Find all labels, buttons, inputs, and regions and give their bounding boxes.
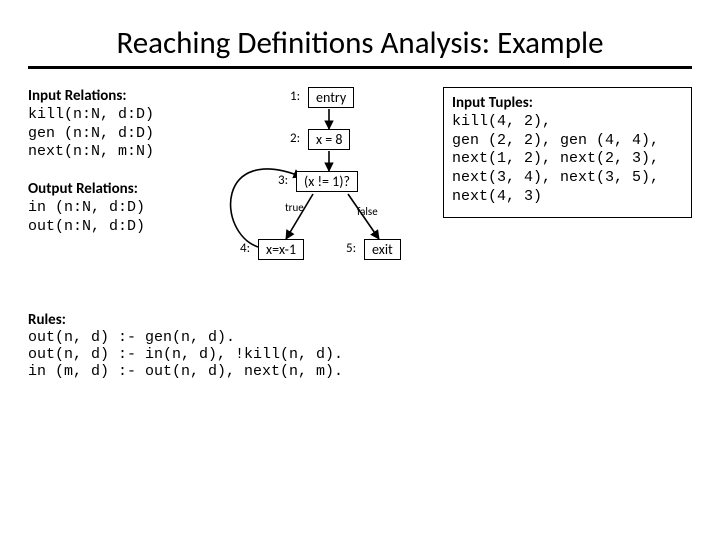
input-relations-block: Input Relations: kill(n:N, d:D) gen (n:N… — [28, 87, 208, 162]
node4-id: 4: — [240, 241, 250, 256]
rules-code: out(n, d) :- gen(n, d). out(n, d) :- in(… — [28, 329, 692, 380]
node-entry: entry — [308, 87, 354, 108]
node-decr: x=x-1 — [258, 239, 304, 260]
input-tuples-header: Input Tuples: — [452, 94, 683, 113]
output-relations-block: Output Relations: in (n:N, d:D) out(n:N,… — [28, 180, 208, 236]
rules-block: Rules: out(n, d) :- gen(n, d). out(n, d)… — [28, 311, 692, 380]
rules-header: Rules: — [28, 311, 66, 329]
node2-id: 2: — [290, 131, 300, 146]
input-relations-header: Input Relations: — [28, 87, 208, 106]
input-tuples-code: kill(4, 2), gen (2, 2), gen (4, 4), next… — [452, 113, 683, 207]
node5-id: 5: — [346, 241, 356, 256]
node-assign-x8: x = 8 — [308, 129, 350, 150]
left-column: Input Relations: kill(n:N, d:D) gen (n:N… — [28, 87, 208, 297]
output-relations-code: in (n:N, d:D) out(n:N, d:D) — [28, 199, 208, 237]
output-relations-header: Output Relations: — [28, 180, 208, 199]
cfg-column: 1: entry 2: x = 8 3: (x != 1)? true fals… — [216, 87, 431, 297]
node-cond: (x != 1)? — [296, 171, 358, 192]
cfg-edges — [216, 87, 431, 297]
cfg-diagram: 1: entry 2: x = 8 3: (x != 1)? true fals… — [216, 87, 431, 297]
slide-title: Reaching Definitions Analysis: Example — [28, 24, 692, 62]
input-tuples-box: Input Tuples: kill(4, 2), gen (2, 2), ge… — [443, 87, 692, 218]
node-exit: exit — [364, 239, 401, 260]
edge-false-label: false — [357, 205, 378, 218]
node1-id: 1: — [290, 89, 300, 104]
right-column: Input Tuples: kill(4, 2), gen (2, 2), ge… — [439, 87, 692, 297]
title-divider — [28, 66, 692, 69]
input-relations-code: kill(n:N, d:D) gen (n:N, d:D) next(n:N, … — [28, 106, 208, 162]
node3-id: 3: — [278, 173, 288, 188]
edge-true-label: true — [285, 201, 304, 214]
